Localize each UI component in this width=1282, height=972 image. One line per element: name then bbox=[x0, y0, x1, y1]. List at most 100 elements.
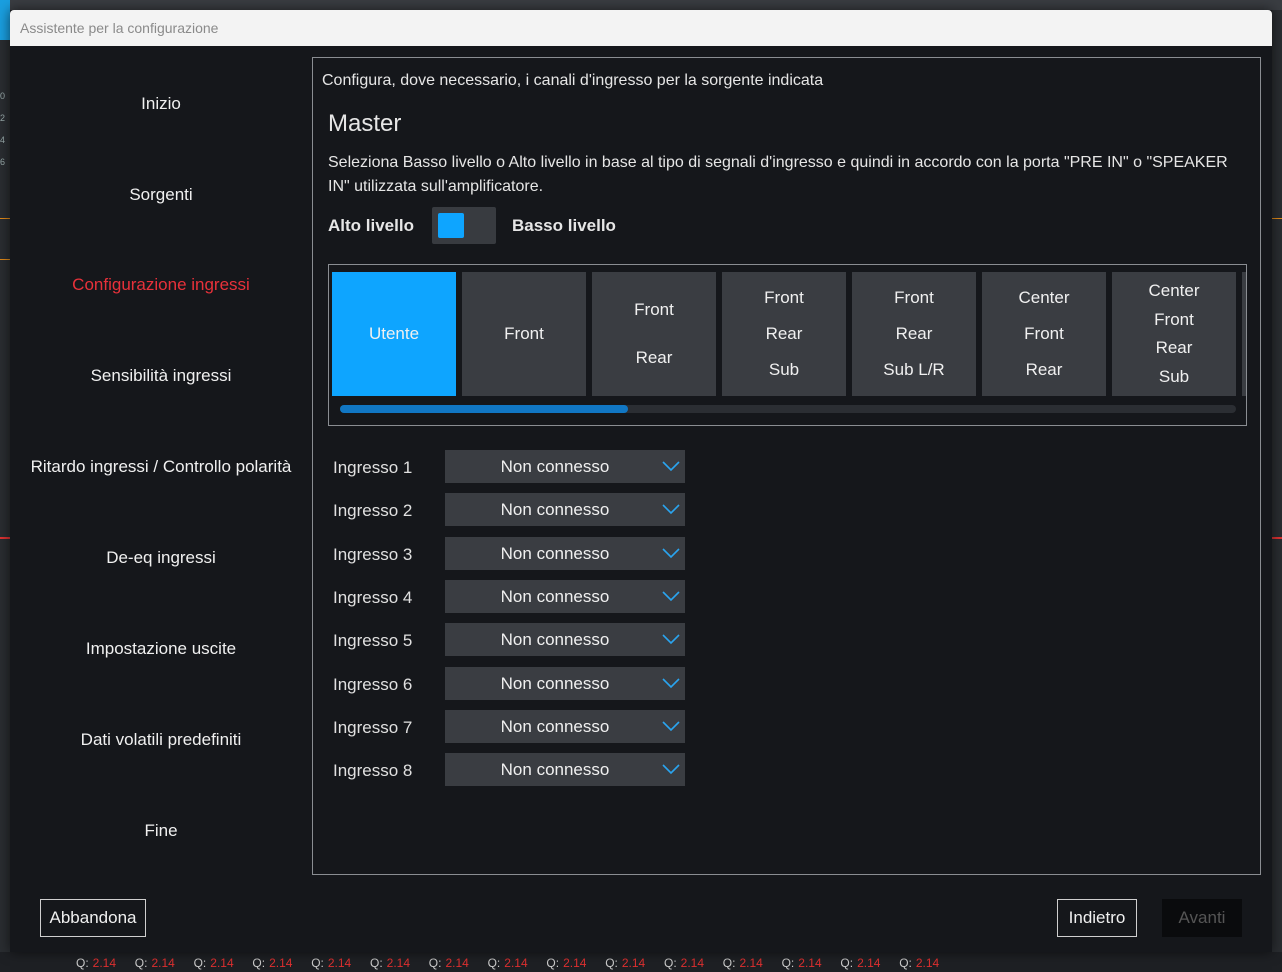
q-number: 2.14 bbox=[269, 956, 293, 970]
chevron-down-icon bbox=[662, 548, 680, 558]
preset-tile-label: Front bbox=[894, 288, 934, 307]
preset-tile-partial[interactable] bbox=[1242, 272, 1246, 396]
select-value: Non connesso bbox=[500, 673, 610, 693]
q-label: Q: bbox=[722, 956, 736, 970]
background-q-value: Q: 2.14 bbox=[782, 956, 822, 970]
select-value: Non connesso bbox=[500, 630, 610, 650]
input-source-select[interactable]: Non connesso bbox=[445, 753, 685, 787]
nav-item-sensibilita-ingressi[interactable]: Sensibilità ingressi bbox=[10, 366, 312, 386]
preset-tile[interactable]: Utente bbox=[332, 272, 456, 396]
high-level-label: Alto livello bbox=[328, 216, 414, 235]
level-description: Seleziona Basso livello o Alto livello i… bbox=[328, 154, 1228, 195]
nav-item-inizio[interactable]: Inizio bbox=[10, 94, 312, 114]
background-marker-right bbox=[1272, 218, 1282, 259]
preset-tile-label: Center bbox=[1148, 280, 1200, 300]
background-scale-number: 6 bbox=[0, 157, 6, 167]
preset-tile-label: Front bbox=[504, 324, 544, 343]
select-value: Non connesso bbox=[500, 543, 610, 563]
preset-tile[interactable]: Center Front Rear bbox=[982, 272, 1106, 396]
preset-tile-label: Sub bbox=[1158, 367, 1190, 387]
q-label: Q: bbox=[664, 956, 677, 970]
level-toggle[interactable] bbox=[432, 207, 496, 244]
carousel-scroll-thumb[interactable] bbox=[340, 405, 628, 413]
select-value: Non connesso bbox=[500, 500, 610, 520]
select-value: Non connesso bbox=[500, 716, 610, 736]
input-source-select[interactable]: Non connesso bbox=[445, 709, 685, 743]
select-value: Non connesso bbox=[500, 586, 610, 606]
input-source-select[interactable]: Non connesso bbox=[445, 579, 685, 613]
q-number: 2.14 bbox=[798, 956, 822, 970]
background-q-value: Q: 2.14 bbox=[135, 956, 175, 970]
back-button[interactable]: Indietro bbox=[1057, 899, 1137, 937]
input-label: Ingresso 5 bbox=[333, 631, 413, 651]
q-number: 2.14 bbox=[151, 956, 175, 970]
background-q-value: Q: 2.14 bbox=[605, 956, 645, 970]
nav-item-ritardo-ingressi[interactable]: Ritardo ingressi / Controllo polarità bbox=[10, 457, 312, 477]
input-source-select[interactable]: Non connesso bbox=[445, 536, 685, 570]
nav-item-configurazione-ingressi[interactable]: Configurazione ingressi bbox=[10, 275, 312, 295]
background-q-value: Q: 2.14 bbox=[723, 956, 763, 970]
preset-tile[interactable]: Front bbox=[462, 272, 586, 396]
input-source-select[interactable]: Non connesso bbox=[445, 666, 685, 700]
background-marker bbox=[0, 218, 10, 260]
background-scale: 0 2 4 6 bbox=[0, 85, 10, 173]
preset-tile[interactable]: Front Rear Sub bbox=[722, 272, 846, 396]
q-number: 2.14 bbox=[386, 956, 411, 970]
carousel-scrollbar[interactable] bbox=[340, 405, 1236, 413]
background-q-value: Q: 2.14 bbox=[546, 956, 586, 970]
input-source-select[interactable]: Non connesso bbox=[445, 623, 685, 657]
input-source-select[interactable]: Non connesso bbox=[445, 450, 685, 483]
nav-item-sorgenti[interactable]: Sorgenti bbox=[10, 185, 312, 205]
background-scale-number: 2 bbox=[0, 113, 6, 123]
background-q-value: Q: 2.14 bbox=[899, 956, 939, 970]
preset-tile-label: Sub bbox=[768, 360, 800, 379]
q-number: 2.14 bbox=[563, 956, 587, 970]
q-label: Q: bbox=[605, 956, 618, 970]
preset-tile-label: Front bbox=[634, 300, 674, 319]
preset-tile-label: Rear bbox=[1025, 360, 1063, 379]
preset-tile[interactable]: Front Rear Sub L/R bbox=[852, 272, 976, 396]
q-label: Q: bbox=[840, 956, 854, 970]
nav-item-impostazione-uscite[interactable]: Impostazione uscite bbox=[10, 639, 312, 659]
chevron-down-icon bbox=[662, 721, 680, 731]
background-scale-number: 4 bbox=[0, 135, 6, 145]
nav-item-fine[interactable]: Fine bbox=[10, 821, 312, 841]
nav-item-dati-volatili[interactable]: Dati volatili predefiniti bbox=[10, 730, 312, 750]
input-label: Ingresso 1 bbox=[333, 458, 413, 477]
preset-tile[interactable]: Center Front Rear Sub bbox=[1112, 272, 1236, 396]
q-number: 2.14 bbox=[857, 956, 881, 970]
input-source-select[interactable]: Non connesso bbox=[445, 493, 685, 527]
q-label: Q: bbox=[370, 956, 383, 970]
preset-carousel: Utente Front Front Rear Front Rear Sub Front Rea… bbox=[328, 264, 1247, 426]
preset-tile-label: Rear bbox=[895, 324, 933, 343]
background-q-value: Q: 2.14 bbox=[429, 956, 469, 970]
q-label: Q: bbox=[428, 956, 442, 970]
abandon-button[interactable]: Abbandona bbox=[40, 899, 146, 937]
q-number: 2.14 bbox=[621, 956, 646, 970]
q-label: Q: bbox=[311, 956, 324, 970]
nav-item-de-eq-ingressi[interactable]: De-eq ingressi bbox=[10, 548, 312, 568]
preset-tile-label: Front bbox=[1154, 309, 1194, 329]
chevron-down-icon bbox=[662, 461, 680, 472]
toggle-knob bbox=[438, 213, 464, 238]
background-q-value: Q: 2.14 bbox=[252, 956, 292, 970]
preset-tile[interactable]: Front Rear bbox=[592, 272, 716, 396]
next-button[interactable]: Avanti bbox=[1162, 899, 1242, 937]
preset-tile-label: Utente bbox=[368, 324, 420, 343]
input-label: Ingresso 3 bbox=[333, 544, 413, 564]
q-label: Q: bbox=[487, 956, 501, 970]
q-number: 2.14 bbox=[210, 956, 234, 970]
input-label: Ingresso 7 bbox=[333, 717, 413, 737]
preset-tile-label: Rear bbox=[765, 324, 803, 343]
background-q-value: Q: 2.14 bbox=[488, 956, 528, 970]
preset-tile-label: Rear bbox=[1155, 338, 1193, 358]
background-q-value: Q: 2.14 bbox=[194, 956, 234, 970]
preset-tile-label: Front bbox=[1024, 324, 1064, 343]
background-q-value: Q: 2.14 bbox=[664, 956, 704, 970]
preset-tile-label: Center bbox=[1018, 288, 1070, 307]
background-accent bbox=[0, 0, 10, 40]
q-number: 2.14 bbox=[92, 956, 117, 970]
q-label: Q: bbox=[781, 956, 795, 970]
preset-tile-label: Rear bbox=[635, 348, 673, 367]
q-number: 2.14 bbox=[739, 956, 763, 970]
